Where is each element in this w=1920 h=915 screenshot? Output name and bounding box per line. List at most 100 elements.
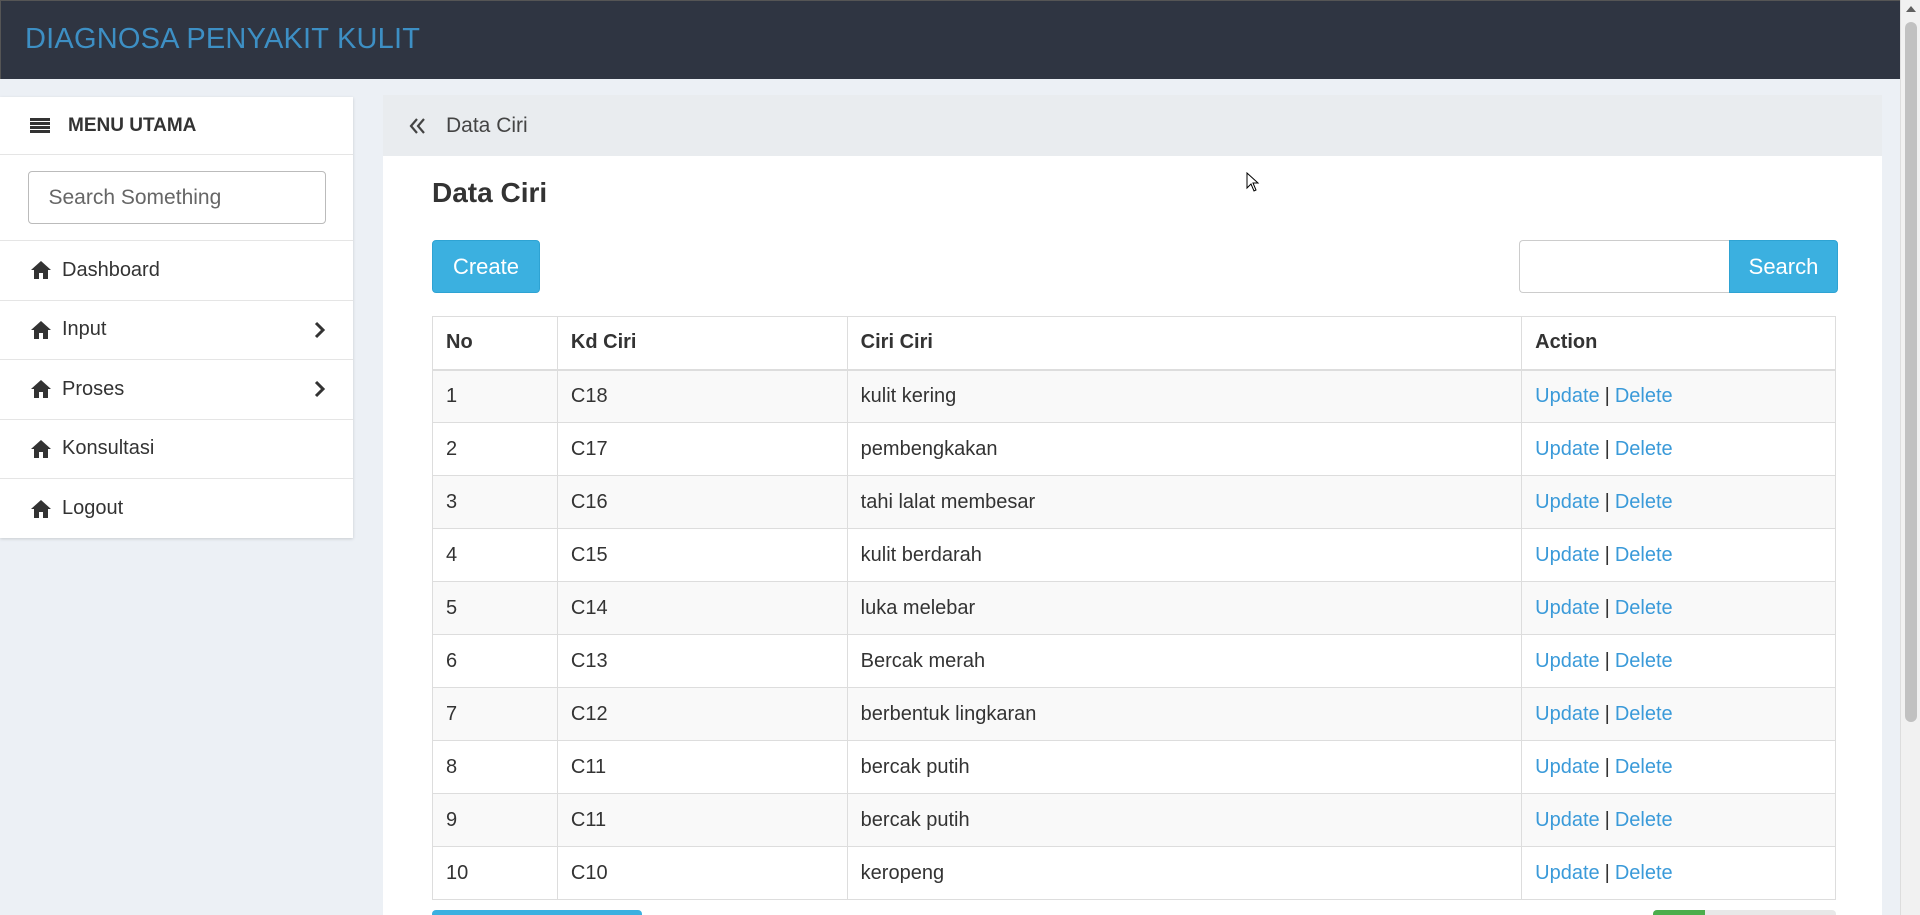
chevron-right-icon: [314, 321, 326, 338]
cell-action: Update | Delete: [1521, 422, 1836, 476]
action-separator: |: [1604, 437, 1610, 460]
update-link[interactable]: Update: [1535, 650, 1600, 672]
action-separator: |: [1604, 702, 1610, 725]
app-title[interactable]: DIAGNOSA PENYAKIT KULIT: [25, 23, 420, 56]
cell-action: Update | Delete: [1521, 793, 1836, 847]
sidebar-item-label: Konsultasi: [62, 437, 155, 460]
sidebar-item-label: Dashboard: [62, 258, 160, 281]
cell-action: Update | Delete: [1521, 581, 1836, 635]
cell-no: 6: [432, 634, 558, 688]
update-link[interactable]: Update: [1535, 756, 1600, 778]
cell-kd-ciri: C12: [556, 687, 848, 741]
delete-link[interactable]: Delete: [1615, 756, 1673, 778]
cell-kd-ciri: C15: [556, 528, 848, 582]
update-link[interactable]: Update: [1535, 438, 1600, 460]
chevron-right-icon: [314, 381, 326, 398]
action-separator: |: [1604, 755, 1610, 778]
update-link[interactable]: Update: [1535, 809, 1600, 831]
cell-kd-ciri: C10: [556, 846, 848, 900]
delete-link[interactable]: Delete: [1615, 597, 1673, 619]
delete-link[interactable]: Delete: [1615, 544, 1673, 566]
cell-action: Update | Delete: [1521, 369, 1836, 423]
update-link[interactable]: Update: [1535, 491, 1600, 513]
search-input[interactable]: [1519, 240, 1729, 293]
update-link[interactable]: Update: [1535, 703, 1600, 725]
home-icon: [31, 380, 51, 399]
cell-action: Update | Delete: [1521, 846, 1836, 900]
header-no: No: [432, 316, 558, 371]
sidebar-header-label: MENU UTAMA: [68, 114, 197, 136]
update-link[interactable]: Update: [1535, 385, 1600, 407]
export-button-group[interactable]: [1653, 910, 1836, 915]
cell-kd-ciri: C13: [556, 634, 848, 688]
cell-no: 9: [432, 793, 558, 847]
action-separator: |: [1604, 384, 1610, 407]
search-group: Search: [1519, 240, 1838, 293]
table-row: 6 C13 Bercak merah Update | Delete: [432, 634, 1836, 688]
sidebar-item-logout[interactable]: Logout: [0, 479, 353, 539]
cell-action: Update | Delete: [1521, 687, 1836, 741]
delete-link[interactable]: Delete: [1615, 491, 1673, 513]
scroll-up-arrow-icon[interactable]: [1906, 6, 1916, 12]
sidebar-item-konsultasi[interactable]: Konsultasi: [0, 420, 353, 479]
sidebar-search-input[interactable]: [27, 171, 326, 224]
sidebar-search: [0, 155, 353, 241]
update-link[interactable]: Update: [1535, 597, 1600, 619]
delete-link[interactable]: Delete: [1615, 438, 1673, 460]
delete-link[interactable]: Delete: [1615, 703, 1673, 725]
sidebar-item-dashboard[interactable]: Dashboard: [0, 241, 353, 301]
cell-action: Update | Delete: [1521, 634, 1836, 688]
cell-ciri-ciri: kulit kering: [846, 369, 1523, 423]
table-row: 7 C12 berbentuk lingkaran Update | Delete: [432, 687, 1836, 741]
cell-ciri-ciri: tahi lalat membesar: [846, 475, 1523, 529]
breadcrumb-label: Data Ciri: [446, 113, 528, 137]
create-button[interactable]: Create: [432, 240, 540, 293]
cell-action: Update | Delete: [1521, 740, 1836, 794]
cell-no: 4: [432, 528, 558, 582]
cell-no: 8: [432, 740, 558, 794]
delete-link[interactable]: Delete: [1615, 385, 1673, 407]
pagination-button[interactable]: [432, 910, 642, 915]
sidebar-item-input[interactable]: Input: [0, 301, 353, 360]
header-kd-ciri: Kd Ciri: [556, 316, 848, 371]
cell-ciri-ciri: kulit berdarah: [846, 528, 1523, 582]
delete-link[interactable]: Delete: [1615, 809, 1673, 831]
table-header-row: No Kd Ciri Ciri Ciri Action: [432, 316, 1836, 371]
table-row: 5 C14 luka melebar Update | Delete: [432, 581, 1836, 635]
top-navbar: DIAGNOSA PENYAKIT KULIT: [0, 0, 1900, 79]
sidebar-item-label: Input: [62, 318, 107, 341]
cell-no: 3: [432, 475, 558, 529]
cell-kd-ciri: C11: [556, 740, 848, 794]
cell-ciri-ciri: keropeng: [846, 846, 1523, 900]
page-scrollbar[interactable]: [1900, 0, 1920, 915]
double-chevron-left-icon[interactable]: [408, 117, 428, 135]
search-button[interactable]: Search: [1729, 240, 1838, 293]
update-link[interactable]: Update: [1535, 544, 1600, 566]
action-separator: |: [1604, 808, 1610, 831]
action-separator: |: [1604, 543, 1610, 566]
scroll-thumb[interactable]: [1905, 22, 1917, 722]
cell-kd-ciri: C14: [556, 581, 848, 635]
sidebar-item-proses[interactable]: Proses: [0, 360, 353, 420]
action-separator: |: [1604, 490, 1610, 513]
page-title: Data Ciri: [432, 177, 548, 208]
data-table: No Kd Ciri Ciri Ciri Action 1 C18 kulit ke…: [432, 316, 1836, 900]
header-ciri-ciri: Ciri Ciri: [846, 316, 1523, 371]
main-content: Data Ciri Data Ciri Create Search No Kd …: [383, 95, 1882, 915]
home-icon: [31, 320, 51, 339]
table-row: 8 C11 bercak putih Update | Delete: [432, 740, 1836, 794]
cell-ciri-ciri: Bercak merah: [846, 634, 1523, 688]
cell-no: 7: [432, 687, 558, 741]
delete-link[interactable]: Delete: [1615, 862, 1673, 884]
action-separator: |: [1604, 649, 1610, 672]
delete-link[interactable]: Delete: [1615, 650, 1673, 672]
action-separator: |: [1604, 861, 1610, 884]
cell-ciri-ciri: bercak putih: [846, 793, 1523, 847]
update-link[interactable]: Update: [1535, 862, 1600, 884]
sidebar-item-label: Proses: [62, 377, 125, 400]
menu-lines-icon: [30, 117, 50, 134]
table-row: 2 C17 pembengkakan Update | Delete: [432, 422, 1836, 476]
sidebar-header: MENU UTAMA: [0, 97, 353, 155]
table-row: 9 C11 bercak putih Update | Delete: [432, 793, 1836, 847]
sidebar: MENU UTAMA Dashboard Input Proses Konsultas…: [0, 97, 353, 538]
